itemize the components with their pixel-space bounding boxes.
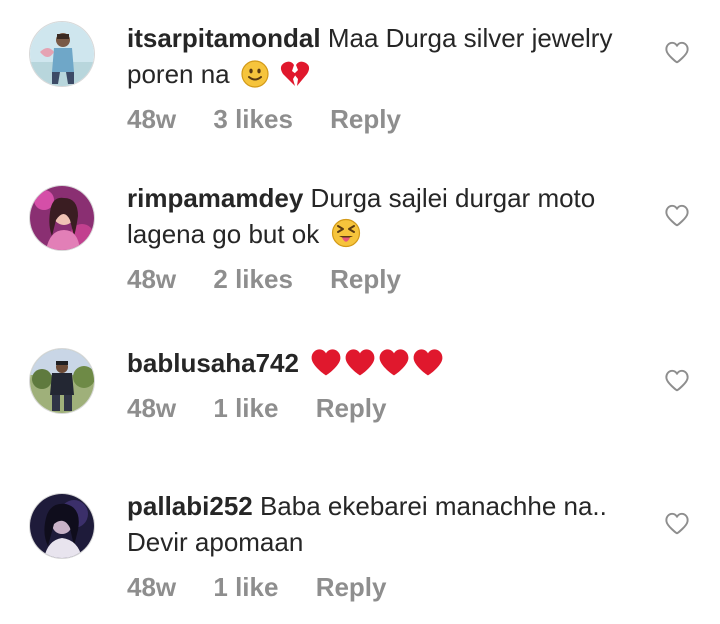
avatar[interactable] xyxy=(30,22,94,86)
reply-button[interactable]: Reply xyxy=(316,393,387,423)
comment-meta: 48w 2 likes Reply xyxy=(127,264,652,295)
reply-button[interactable]: Reply xyxy=(316,572,387,602)
comment-username[interactable]: itsarpitamondal xyxy=(127,23,321,53)
comment-body: bablusaha742 48w 1 like Reply xyxy=(127,345,652,424)
red-heart-emoji xyxy=(310,347,342,377)
comment-body: pallabi252 Baba ekebarei manachhe na.. D… xyxy=(127,488,652,603)
red-heart-emoji xyxy=(378,347,410,377)
comment-text-line: bablusaha742 xyxy=(127,345,652,381)
comment-meta: 48w 1 like Reply xyxy=(127,572,652,603)
comment-body: rimpamamdey Durga sajlei durgar moto lag… xyxy=(127,180,652,295)
broken-heart-emoji xyxy=(280,60,310,88)
comment-meta: 48w 1 like Reply xyxy=(127,393,652,424)
comment-likes-count[interactable]: 3 likes xyxy=(213,104,293,134)
heart-outline-icon[interactable] xyxy=(664,203,690,229)
heart-outline-icon[interactable] xyxy=(664,368,690,394)
red-heart-emoji xyxy=(344,347,376,377)
comment-age: 48w xyxy=(127,393,177,423)
avatar[interactable] xyxy=(30,349,94,413)
comment-likes-count[interactable]: 2 likes xyxy=(213,264,293,294)
reply-button[interactable]: Reply xyxy=(330,264,401,294)
red-heart-emoji xyxy=(412,347,444,377)
avatar[interactable] xyxy=(30,186,94,250)
comment-likes-count[interactable]: 1 like xyxy=(213,393,278,423)
comment-meta: 48w 3 likes Reply xyxy=(127,104,652,135)
slightly-smiling-face-emoji xyxy=(241,60,269,88)
comment-username[interactable]: pallabi252 xyxy=(127,491,253,521)
heart-outline-icon[interactable] xyxy=(664,511,690,537)
comments-list: itsarpitamondal Maa Durga silver jewelry… xyxy=(0,0,720,624)
avatar[interactable] xyxy=(30,494,94,558)
comment-text-line: rimpamamdey Durga sajlei durgar moto lag… xyxy=(127,180,652,252)
reply-button[interactable]: Reply xyxy=(330,104,401,134)
comment-text-line: itsarpitamondal Maa Durga silver jewelry… xyxy=(127,20,652,92)
heart-outline-icon[interactable] xyxy=(664,40,690,66)
comment-username[interactable]: bablusaha742 xyxy=(127,348,299,378)
squinting-face-with-tongue-emoji xyxy=(331,218,361,248)
comment-age: 48w xyxy=(127,104,177,134)
comment-body: itsarpitamondal Maa Durga silver jewelry… xyxy=(127,20,652,135)
comment-text-line: pallabi252 Baba ekebarei manachhe na.. D… xyxy=(127,488,652,560)
comment-age: 48w xyxy=(127,572,177,602)
comment-likes-count[interactable]: 1 like xyxy=(213,572,278,602)
comment-age: 48w xyxy=(127,264,177,294)
comment-username[interactable]: rimpamamdey xyxy=(127,183,303,213)
